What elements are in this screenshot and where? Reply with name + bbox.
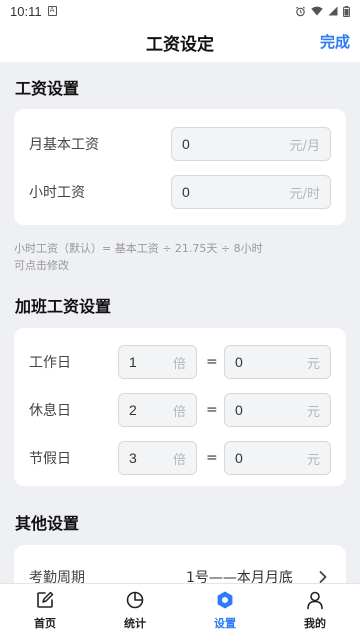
restday-multiplier-value: 2 — [129, 402, 137, 418]
holiday-pay-value: 0 — [235, 450, 243, 466]
user-icon — [307, 591, 323, 610]
restday-multiplier-unit: 倍 — [172, 404, 186, 420]
holiday-label: 节假日 — [29, 451, 71, 467]
overtime-row-holiday: 节假日 3 倍 = 0 元 — [14, 440, 346, 476]
page-title: 工资设定 — [146, 34, 214, 55]
tab-profile[interactable]: 我的 — [270, 584, 360, 641]
monthly-salary-label: 月基本工资 — [29, 137, 99, 153]
battery-icon — [343, 5, 350, 17]
other-section-title: 其他设置 — [15, 514, 80, 533]
attendance-cycle-label: 考勤周期 — [29, 570, 85, 583]
settings-content[interactable]: 工资设置 月基本工资 0 元/月 小时工资 0 元/时 小时工资（默认）= 基本… — [0, 62, 360, 583]
workday-multiplier-unit: 倍 — [172, 356, 186, 372]
monthly-salary-unit: 元/月 — [289, 138, 320, 154]
hint-formula: 小时工资（默认）= 基本工资 ÷ 21.75天 ÷ 8小时 — [14, 242, 263, 255]
edit-icon — [37, 591, 54, 608]
other-card: 考勤周期 1号——本月月底 — [14, 545, 346, 583]
hourly-wage-value: 0 — [182, 184, 190, 200]
tab-settings-label: 设置 — [214, 617, 236, 630]
restday-pay-unit: 元 — [306, 404, 320, 420]
chevron-right-icon — [319, 571, 327, 583]
workday-label: 工作日 — [29, 355, 71, 371]
status-icons — [295, 5, 350, 17]
tab-profile-label: 我的 — [304, 617, 326, 630]
attendance-cycle-row[interactable]: 考勤周期 1号——本月月底 — [14, 559, 346, 583]
restday-multiplier-input[interactable]: 2 倍 — [118, 393, 197, 427]
done-button[interactable]: 完成 — [320, 31, 350, 52]
monthly-salary-input[interactable]: 0 元/月 — [171, 127, 331, 161]
hint-editable: 可点击修改 — [14, 259, 69, 272]
tab-settings[interactable]: 设置 — [180, 584, 270, 641]
hourly-wage-label: 小时工资 — [29, 185, 85, 201]
pie-chart-icon — [126, 591, 144, 609]
workday-multiplier-input[interactable]: 1 倍 — [118, 345, 197, 379]
monthly-salary-row: 月基本工资 0 元/月 — [14, 126, 346, 162]
overtime-card: 工作日 1 倍 = 0 元 休息日 2 倍 = 0 元 节假日 3 倍 = 0 … — [14, 328, 346, 486]
monthly-salary-value: 0 — [182, 136, 190, 152]
restday-pay-value: 0 — [235, 402, 243, 418]
tab-home-label: 首页 — [34, 617, 56, 630]
overtime-row-workday: 工作日 1 倍 = 0 元 — [14, 344, 346, 380]
attendance-cycle-value: 1号——本月月底 — [186, 570, 293, 583]
restday-equals: = — [206, 402, 218, 418]
salary-section-title: 工资设置 — [15, 79, 80, 98]
alarm-icon — [296, 6, 305, 16]
holiday-pay-input[interactable]: 0 元 — [224, 441, 331, 475]
workday-pay-value: 0 — [235, 354, 243, 370]
restday-label: 休息日 — [29, 403, 71, 419]
wifi-icon — [311, 6, 323, 16]
tab-stats-label: 统计 — [124, 617, 146, 630]
holiday-multiplier-input[interactable]: 3 倍 — [118, 441, 197, 475]
holiday-multiplier-value: 3 — [129, 450, 137, 466]
workday-multiplier-value: 1 — [129, 354, 137, 370]
tab-home[interactable]: 首页 — [0, 584, 90, 641]
holiday-pay-unit: 元 — [306, 452, 320, 468]
holiday-equals: = — [206, 450, 218, 466]
settings-icon — [217, 591, 233, 609]
overtime-row-restday: 休息日 2 倍 = 0 元 — [14, 392, 346, 428]
workday-pay-unit: 元 — [306, 356, 320, 372]
hourly-wage-unit: 元/时 — [289, 186, 320, 202]
salary-card: 月基本工资 0 元/月 小时工资 0 元/时 — [14, 109, 346, 225]
tab-stats[interactable]: 统计 — [90, 584, 180, 641]
workday-equals: = — [206, 354, 218, 370]
bottom-tab-bar: 首页 统计 设置 我的 — [0, 583, 360, 641]
overtime-section-title: 加班工资设置 — [15, 297, 112, 316]
signal-icon — [328, 6, 338, 16]
holiday-multiplier-unit: 倍 — [172, 452, 186, 468]
workday-pay-input[interactable]: 0 元 — [224, 345, 331, 379]
notification-icon: A — [47, 6, 57, 16]
status-bar: 10:11 A — [0, 0, 360, 22]
hourly-wage-hint: 小时工资（默认）= 基本工资 ÷ 21.75天 ÷ 8小时 可点击修改 — [14, 240, 263, 274]
status-time: 10:11 — [10, 3, 42, 19]
hourly-wage-row: 小时工资 0 元/时 — [14, 174, 346, 210]
hourly-wage-input[interactable]: 0 元/时 — [171, 175, 331, 209]
restday-pay-input[interactable]: 0 元 — [224, 393, 331, 427]
app-header: 工资设定 完成 — [0, 22, 360, 62]
